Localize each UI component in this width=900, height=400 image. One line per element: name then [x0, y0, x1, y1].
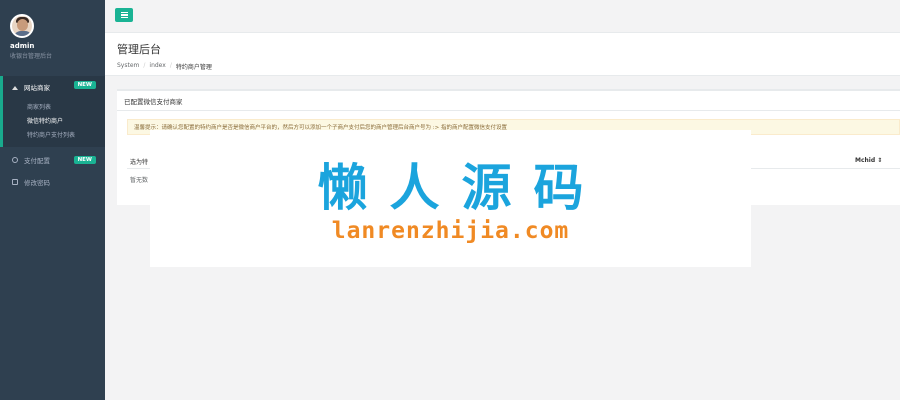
- sidebar-item-change-password[interactable]: 修改密码: [0, 173, 105, 191]
- page-title: 管理后台: [117, 43, 161, 56]
- sidebar-submenu: 商家列表 微信特约商户 特约商户支付列表: [0, 97, 105, 147]
- sidebar-item-label: 网站商家: [24, 83, 50, 92]
- sidebar-item-merchants[interactable]: 网站商家 NEW: [0, 76, 105, 97]
- watermark-cn: 懒人源码: [317, 159, 606, 217]
- table-empty-text: 暂无数: [130, 177, 149, 184]
- panel-title: 已配置微信支付商家: [117, 91, 900, 111]
- breadcrumb-current: 特约商户管理: [175, 64, 212, 71]
- breadcrumb-item[interactable]: index: [149, 62, 165, 71]
- sidebar-subitem-payment-list[interactable]: 特约商户支付列表: [3, 127, 105, 141]
- sidebar-subitem-merchant-list[interactable]: 商家列表: [3, 99, 105, 113]
- gear-icon: [12, 157, 18, 163]
- new-badge: NEW: [73, 156, 96, 164]
- home-icon: [12, 84, 18, 90]
- sidebar-item-label: 修改密码: [24, 179, 50, 187]
- sidebar: admin 收银台管理后台 网站商家 NEW 商家列表 微信特约商户 特约商户支…: [0, 0, 105, 400]
- table-header-mchid[interactable]: Mchid ⇕: [855, 157, 882, 164]
- breadcrumb-separator: /: [169, 62, 172, 69]
- profile-name[interactable]: admin: [10, 42, 100, 50]
- page-heading: 管理后台 System / index / 特约商户管理: [105, 33, 900, 76]
- sidebar-item-label: 支付配置: [24, 157, 50, 165]
- hamburger-icon[interactable]: [115, 8, 133, 22]
- breadcrumb: System / index / 特约商户管理: [117, 62, 900, 71]
- watermark-en: lanrenzhijia.com: [331, 218, 570, 244]
- table-header-select[interactable]: 选为特: [130, 157, 148, 166]
- profile-role: 收银台管理后台: [10, 53, 53, 60]
- profile: admin 收银台管理后台: [10, 14, 100, 60]
- lock-icon: [12, 179, 18, 185]
- top-bar: [105, 0, 900, 33]
- watermark: 懒人源码 lanrenzhijia.com: [150, 130, 751, 267]
- sidebar-nav: 网站商家 NEW 商家列表 微信特约商户 特约商户支付列表 支付配置 NEW 修…: [0, 76, 105, 191]
- new-badge: NEW: [73, 81, 96, 89]
- avatar[interactable]: [10, 14, 34, 38]
- breadcrumb-separator: /: [143, 62, 146, 69]
- breadcrumb-item[interactable]: System: [117, 62, 139, 71]
- sidebar-item-payment-config[interactable]: 支付配置 NEW: [0, 151, 105, 169]
- avatar-body: [13, 31, 32, 36]
- sidebar-subitem-wechat-merchants[interactable]: 微信特约商户: [3, 113, 105, 127]
- avatar-face: [17, 19, 28, 31]
